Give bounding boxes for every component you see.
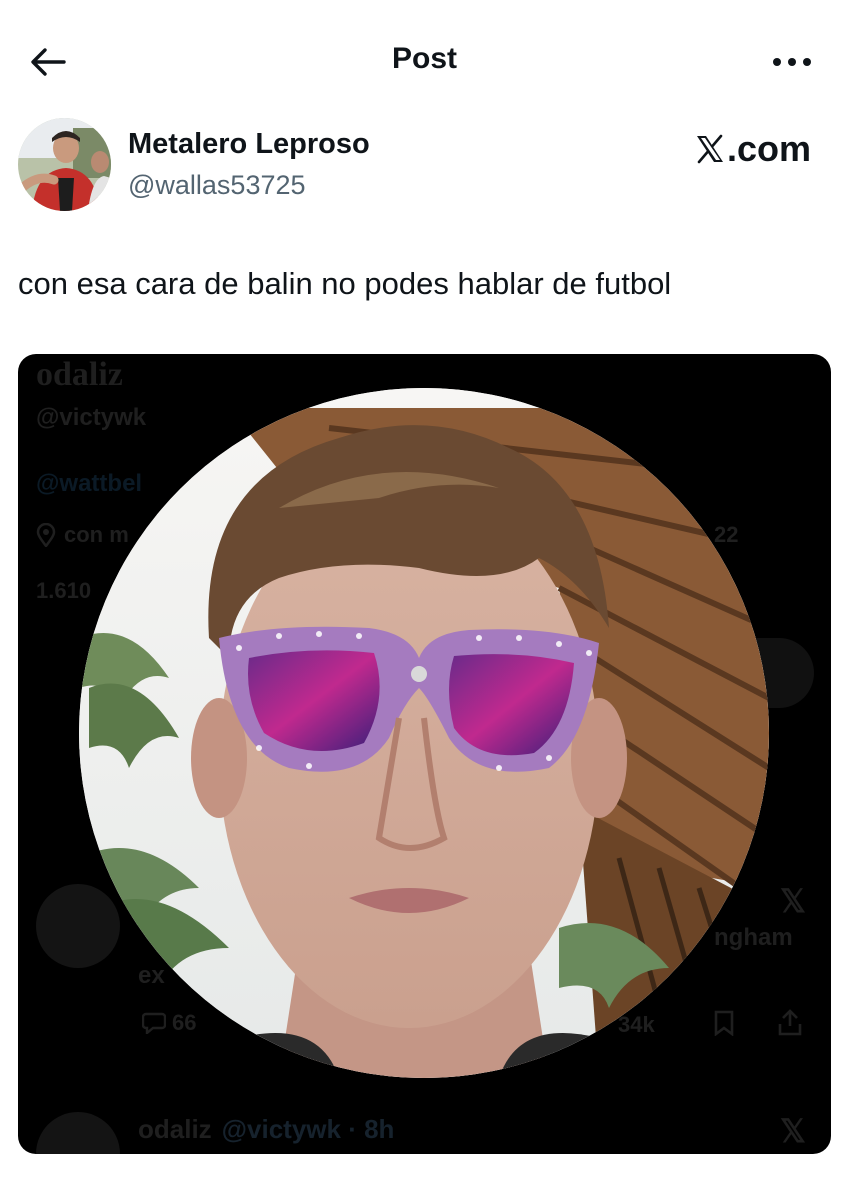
- embedded-reply-count-text: 66: [172, 1010, 197, 1035]
- tweet-text: con esa cara de balin no podes hablar de…: [18, 266, 672, 301]
- embedded-profile-name: odaliz: [36, 356, 123, 393]
- embedded-date: 22: [714, 522, 739, 547]
- embedded-stat: 1.610: [36, 578, 92, 603]
- top-bar: Post: [0, 0, 849, 120]
- embedded-share-icon: [778, 1008, 802, 1041]
- embedded-x-logo-1: 𝕏: [780, 883, 806, 919]
- embedded-reply-count: 66: [142, 1010, 196, 1036]
- x-com-watermark: .com: [695, 128, 811, 170]
- embedded-bookmark-icon: [714, 1010, 734, 1041]
- embedded-reply-text-2: ex: [138, 962, 165, 989]
- embedded-footer-name: odaliz @victywk · 8h: [138, 1114, 394, 1145]
- tweet-media-image[interactable]: odaliz @victywk @wattbel con m 1.610 22 …: [18, 354, 831, 1154]
- more-options-button[interactable]: [767, 40, 817, 84]
- embedded-x-logo-2: 𝕏: [780, 1113, 806, 1149]
- embedded-location-text: con m: [64, 522, 129, 547]
- embedded-footer-avatar: [36, 1112, 120, 1154]
- more-horizontal-icon: [773, 58, 811, 66]
- post-author: Metalero Leproso @wallas53725 .com: [18, 118, 831, 214]
- embedded-footer-meta-text: @victywk · 8h: [221, 1114, 395, 1144]
- avatar[interactable]: [18, 118, 111, 211]
- author-handle[interactable]: @wallas53725: [128, 170, 306, 201]
- embedded-location: con m: [36, 522, 129, 548]
- embedded-reply-text-1: ngham: [714, 924, 793, 951]
- embedded-mention: @wattbel: [36, 470, 143, 497]
- comment-icon: [142, 1012, 166, 1034]
- arrow-left-icon: [31, 48, 66, 76]
- profile-photo: [79, 388, 769, 1078]
- embedded-footer-name-text: odaliz: [138, 1114, 212, 1144]
- location-pin-icon: [36, 523, 56, 547]
- back-button[interactable]: [26, 40, 70, 84]
- author-display-name[interactable]: Metalero Leproso: [128, 128, 370, 161]
- page-title: Post: [391, 42, 457, 75]
- embedded-reply-avatar: [36, 884, 120, 968]
- watermark-text: .com: [726, 128, 811, 169]
- x-logo-icon: [696, 134, 723, 164]
- embedded-profile-handle: @victywk: [36, 404, 147, 431]
- embedded-like-count: 34k: [618, 1012, 655, 1037]
